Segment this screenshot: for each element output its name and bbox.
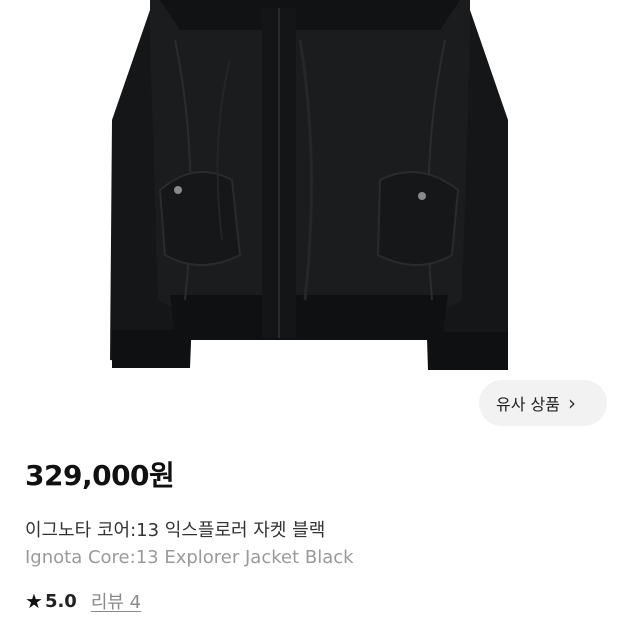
chevron-right-icon: › — [567, 391, 576, 415]
similar-products-label: 유사 상품 — [496, 395, 560, 414]
product-price: 329,000원 — [25, 459, 175, 492]
similar-products-button[interactable]: 유사 상품 › — [479, 380, 607, 426]
product-name-english: Ignota Core:13 Explorer Jacket Black — [25, 547, 354, 568]
product-image[interactable] — [0, 0, 620, 430]
jacket-photo — [110, 0, 508, 370]
rating-score: 5.0 — [44, 590, 77, 612]
product-name-korean: 이그노타 코어:13 익스플로러 자켓 블랙 — [25, 520, 326, 541]
review-count-link[interactable]: 리뷰 4 — [91, 588, 141, 614]
rating-row: ★ 5.0 리뷰 4 — [25, 588, 141, 614]
star-icon: ★ — [25, 589, 43, 613]
product-detail-page: 유사 상품 › 329,000원 이그노타 코어:13 익스플로러 자켓 블랙 … — [0, 0, 620, 620]
